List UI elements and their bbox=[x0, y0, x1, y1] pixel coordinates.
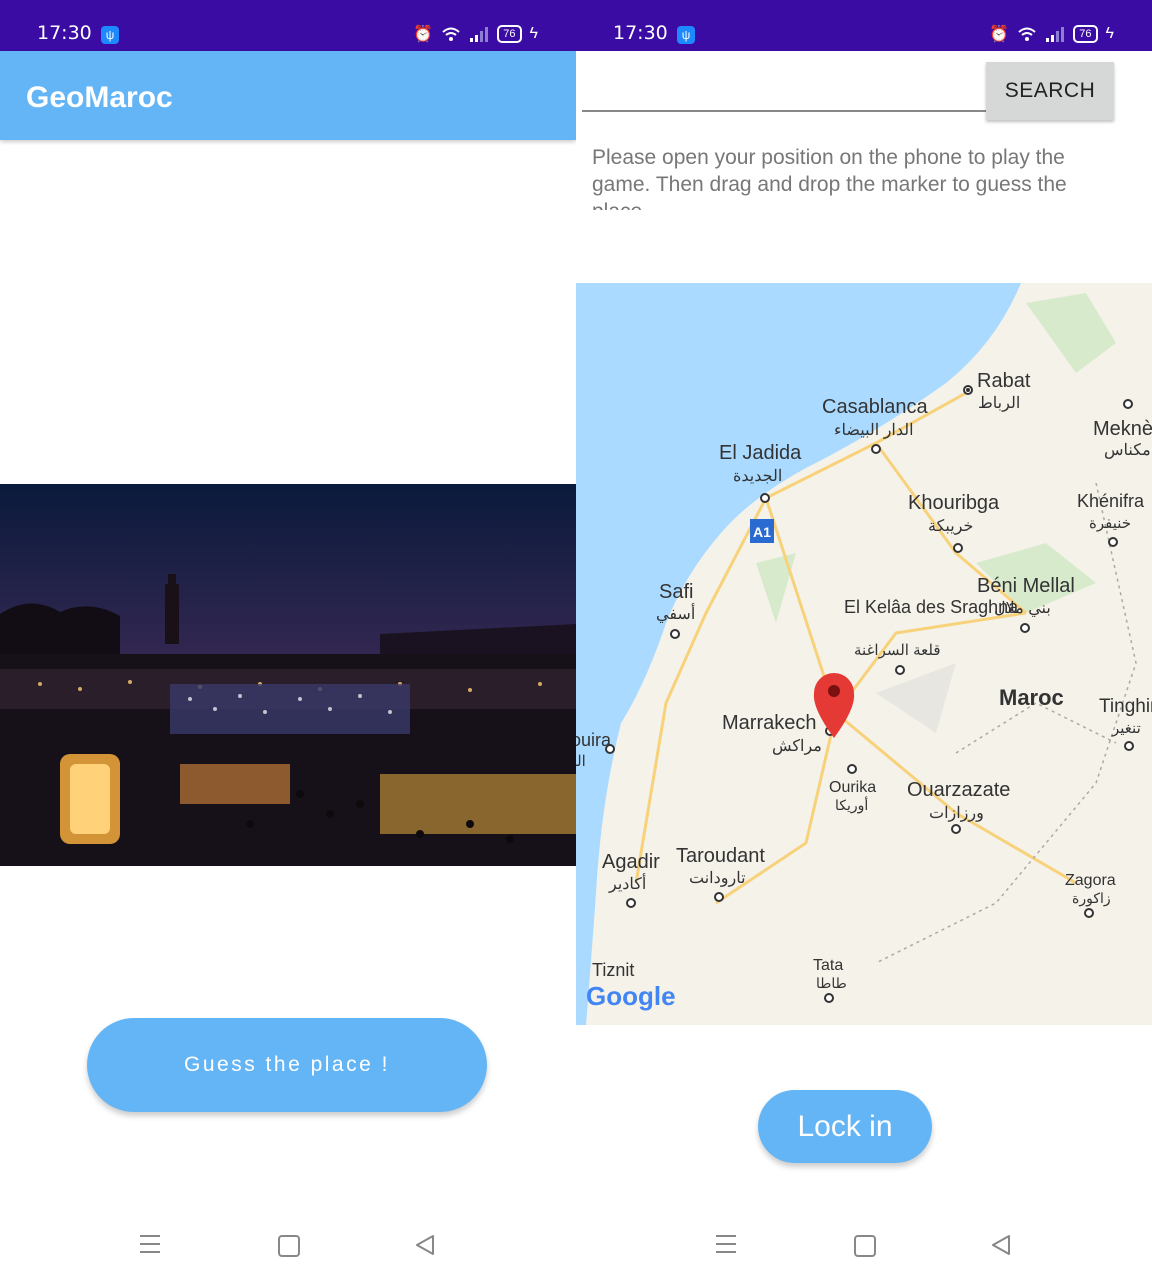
wifi-icon bbox=[1018, 27, 1036, 41]
menu-nav-icon[interactable] bbox=[140, 1235, 160, 1253]
usb-icon: ψ bbox=[101, 26, 119, 44]
map-label-casablanca-ar: الدار البيضاء bbox=[834, 422, 914, 439]
map-label-khenifra: Khénifra bbox=[1077, 491, 1145, 511]
status-icons: ⏰ 76 ϟ bbox=[413, 24, 538, 44]
instructions-text: Please open your position on the phone t… bbox=[592, 146, 1067, 210]
map-label-el-kelaa-ar: قلعة السراغنة bbox=[854, 642, 941, 659]
map-label-tiznit: Tiznit bbox=[592, 960, 634, 980]
status-time: 17:30 bbox=[613, 22, 668, 44]
guess-the-place-button[interactable]: Guess the place ! bbox=[87, 1018, 487, 1112]
map-label-essaouira-ar: الصويرة bbox=[576, 753, 586, 770]
map-label-el-jadida-ar: الجديدة bbox=[733, 468, 782, 485]
status-bar: 17:30 ψ ⏰ 76 ϟ bbox=[0, 0, 576, 51]
home-nav-icon[interactable] bbox=[278, 1235, 300, 1257]
map-label-ourika-ar: أوريكا bbox=[835, 795, 868, 814]
map-label-tata-ar: طاطا bbox=[816, 975, 847, 991]
system-nav-bar bbox=[0, 1215, 576, 1275]
map-label-marrakech-ar: مراكش bbox=[772, 738, 822, 755]
map-label-safi: Safi bbox=[659, 581, 693, 603]
battery-icon: 76 bbox=[1073, 25, 1098, 43]
map-label-tinghir: Tinghir bbox=[1099, 696, 1152, 717]
map-label-agadir-ar: أكادير bbox=[608, 873, 646, 893]
battery-icon: 76 bbox=[497, 25, 522, 43]
status-bar: 17:30 ψ ⏰ 76 ϟ bbox=[576, 0, 1152, 51]
back-nav-icon[interactable] bbox=[989, 1233, 1013, 1257]
map-label-khenifra-ar: خنيفرة bbox=[1089, 515, 1131, 532]
map-label-el-kelaa: El Kelâa des Sraghna bbox=[844, 597, 1019, 617]
map-label-country: Maroc bbox=[999, 685, 1064, 710]
signal-icon bbox=[1046, 27, 1065, 42]
map-label-marrakech: Marrakech bbox=[722, 712, 816, 734]
status-time: 17:30 bbox=[37, 22, 92, 44]
left-screen: 17:30 ψ ⏰ 76 ϟ GeoMaroc Guess the place … bbox=[0, 0, 576, 1280]
google-logo: Google bbox=[586, 981, 676, 1011]
map-label-rabat-ar: الرباط bbox=[978, 395, 1020, 412]
map-label-meknes-ar: مكناس bbox=[1104, 442, 1151, 459]
signal-icon bbox=[470, 27, 489, 42]
back-nav-icon[interactable] bbox=[413, 1233, 437, 1257]
map-label-rabat: Rabat bbox=[977, 370, 1031, 392]
app-title: GeoMaroc bbox=[26, 81, 173, 114]
home-nav-icon[interactable] bbox=[854, 1235, 876, 1257]
status-icons: ⏰ 76 ϟ bbox=[989, 24, 1114, 44]
map-label-beni-mellal: Béni Mellal bbox=[977, 575, 1075, 597]
usb-icon: ψ bbox=[677, 26, 695, 44]
search-input[interactable] bbox=[582, 60, 986, 112]
map-label-khouribga-ar: خريبكة bbox=[928, 518, 973, 535]
map-label-ourika: Ourika bbox=[829, 779, 876, 796]
morocco-map[interactable]: A1 Rabat الرباط Casablanca الدار البيضاء… bbox=[576, 283, 1152, 1025]
map-label-beni-mellal-ar: بني ملال bbox=[994, 600, 1051, 617]
map-label-khouribga: Khouribga bbox=[908, 492, 1000, 514]
map-label-safi-ar: أسفي bbox=[656, 603, 695, 623]
alarm-icon: ⏰ bbox=[413, 26, 434, 43]
map-label-tinghir-ar: تنغير bbox=[1111, 720, 1141, 737]
charging-icon: ϟ bbox=[1105, 25, 1114, 42]
charging-icon: ϟ bbox=[529, 25, 538, 42]
search-button[interactable]: SEARCH bbox=[986, 62, 1114, 120]
map-label-el-jadida: El Jadida bbox=[719, 442, 802, 464]
map-label-zagora: Zagora bbox=[1065, 872, 1116, 889]
app-bar: GeoMaroc bbox=[0, 51, 576, 140]
map-label-agadir: Agadir bbox=[602, 851, 660, 873]
map-label-meknes: Meknès bbox=[1093, 418, 1152, 440]
map-label-taroudant: Taroudant bbox=[676, 845, 765, 867]
alarm-icon: ⏰ bbox=[989, 26, 1010, 43]
map-label-casablanca: Casablanca bbox=[822, 396, 929, 418]
marrakech-square-photo bbox=[0, 484, 576, 866]
map-label-taroudant-ar: تارودانت bbox=[689, 870, 746, 887]
wifi-icon bbox=[442, 27, 460, 41]
system-nav-bar bbox=[576, 1215, 1152, 1275]
map-label-essaouira: Essaouira bbox=[576, 730, 612, 750]
highway-label: A1 bbox=[753, 524, 771, 540]
map-label-zagora-ar: زاكورة bbox=[1072, 890, 1111, 907]
map-label-ouarzazate-ar: ورزازات bbox=[929, 805, 984, 822]
menu-nav-icon[interactable] bbox=[716, 1235, 736, 1253]
lock-in-button[interactable]: Lock in bbox=[758, 1090, 932, 1163]
map-label-tata: Tata bbox=[813, 957, 843, 974]
map-label-ouarzazate: Ouarzazate bbox=[907, 779, 1010, 801]
